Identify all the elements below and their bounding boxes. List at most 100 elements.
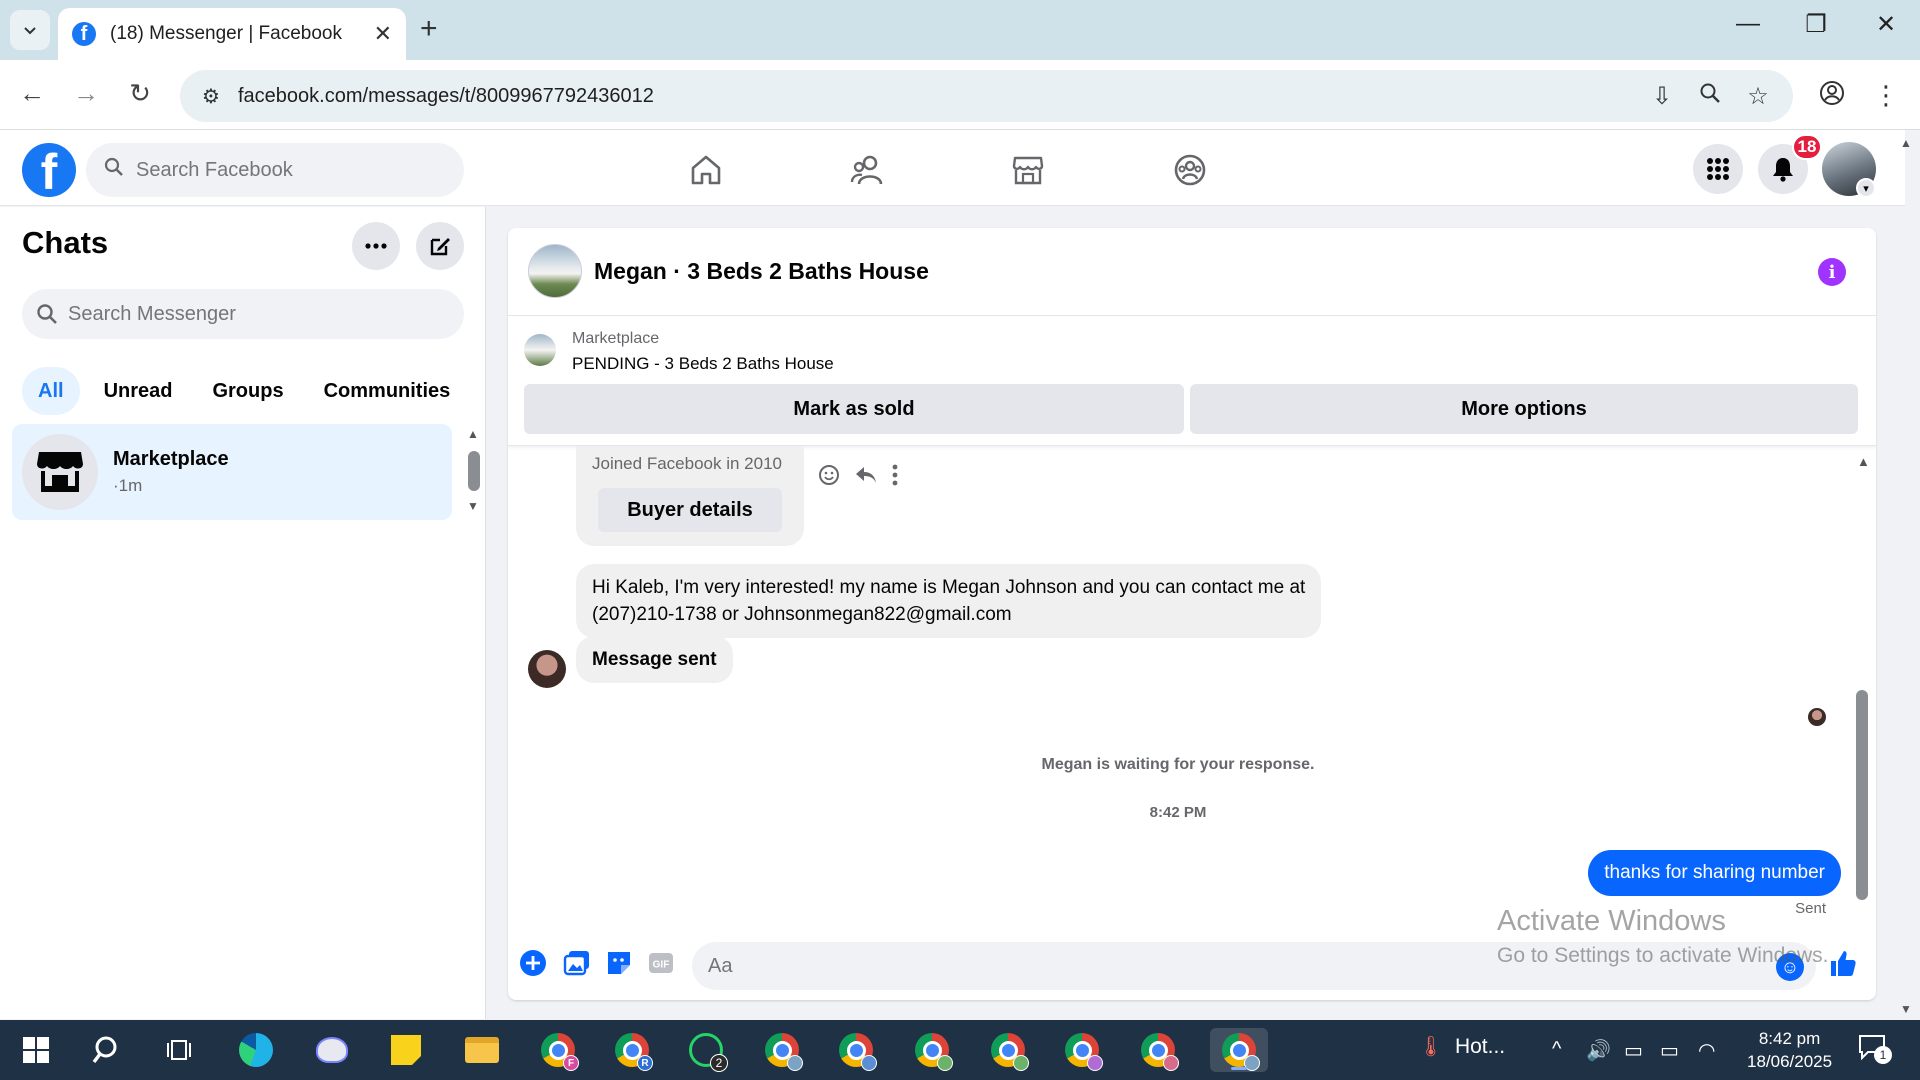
taskbar-file-explorer[interactable] xyxy=(460,1028,504,1072)
thread-scroll-up-arrow[interactable]: ▲ xyxy=(1857,454,1870,469)
sender-avatar[interactable] xyxy=(528,650,566,688)
filter-all[interactable]: All xyxy=(22,367,80,415)
marketplace-icon xyxy=(1012,156,1044,185)
thread-scrollbar-thumb[interactable] xyxy=(1856,690,1868,900)
profile-icon[interactable] xyxy=(1814,80,1850,113)
taskbar-edge[interactable] xyxy=(234,1028,278,1072)
back-button[interactable]: ← xyxy=(14,78,50,109)
home-nav-button[interactable] xyxy=(676,148,736,192)
attach-photo-button[interactable] xyxy=(562,948,592,978)
forward-button[interactable]: → xyxy=(68,78,104,109)
menu-apps-button[interactable] xyxy=(1693,144,1743,194)
wifi-icon[interactable]: ◠ xyxy=(1698,1038,1715,1063)
marketplace-listing-bar: Marketplace PENDING - 3 Beds 2 Baths Hou… xyxy=(508,316,1876,446)
system-clock[interactable]: 8:42 pm 18/06/2025 xyxy=(1747,1027,1832,1073)
sidebar-scrollbar-thumb[interactable] xyxy=(468,451,480,491)
sticker-button[interactable] xyxy=(604,948,634,978)
taskbar-whatsapp[interactable]: 2 xyxy=(684,1028,728,1072)
friends-nav-button[interactable] xyxy=(838,148,898,192)
incoming-message[interactable]: Hi Kaleb, I'm very interested! my name i… xyxy=(576,564,1322,638)
chevron-up-icon[interactable]: ^ xyxy=(1552,1038,1561,1061)
sidebar-scroll-up-arrow[interactable]: ▲ xyxy=(467,427,479,441)
emoji-icon[interactable]: ☺ xyxy=(1776,953,1804,981)
gif-button[interactable]: GIF xyxy=(646,948,676,978)
listing-avatar[interactable] xyxy=(528,244,582,298)
notification-center-icon[interactable]: 1 xyxy=(1858,1034,1892,1066)
browser-menu-icon[interactable]: ⋮ xyxy=(1868,80,1904,111)
site-info-icon[interactable]: ⚙ xyxy=(196,84,226,109)
mark-as-sold-button[interactable]: Mark as sold xyxy=(524,384,1184,434)
new-message-button[interactable] xyxy=(416,222,464,270)
paint-icon xyxy=(316,1037,348,1063)
reply-icon[interactable] xyxy=(854,465,878,491)
outgoing-message[interactable]: thanks for sharing number xyxy=(1588,850,1841,896)
new-tab-button[interactable]: + xyxy=(420,12,438,46)
listing-thumbnail[interactable] xyxy=(524,334,556,366)
message-actions xyxy=(818,464,898,492)
more-vertical-icon[interactable] xyxy=(892,464,898,492)
facebook-logo[interactable]: f xyxy=(22,143,76,197)
page-scroll-down-arrow[interactable]: ▼ xyxy=(1900,1002,1912,1016)
tab-search-button[interactable] xyxy=(10,10,50,50)
message-input-box[interactable] xyxy=(692,942,1816,990)
marketplace-nav-button[interactable] xyxy=(998,148,1058,192)
chats-sidebar: Chats All Unread Groups Communities Mark… xyxy=(0,207,486,1019)
messenger-search-input[interactable] xyxy=(68,302,448,326)
info-icon[interactable]: i xyxy=(1818,258,1846,286)
thumbs-up-icon[interactable] xyxy=(1828,948,1858,986)
volume-icon[interactable]: 🔊 xyxy=(1586,1038,1611,1063)
restore-window-button[interactable]: ❐ xyxy=(1796,10,1836,39)
taskbar-chrome-profile-7[interactable] xyxy=(1060,1028,1104,1072)
taskbar-chrome-profile-3[interactable] xyxy=(760,1028,804,1072)
messenger-search[interactable] xyxy=(22,289,464,339)
clock-date: 18/06/2025 xyxy=(1747,1052,1833,1071)
more-options-button[interactable]: More options xyxy=(1190,384,1858,434)
filter-unread[interactable]: Unread xyxy=(88,367,189,415)
bookmark-star-icon[interactable]: ☆ xyxy=(1742,82,1774,111)
minimize-window-button[interactable]: — xyxy=(1728,10,1768,38)
battery-icon[interactable]: ▭ xyxy=(1660,1038,1679,1063)
filter-groups[interactable]: Groups xyxy=(196,367,299,415)
task-view-button[interactable] xyxy=(158,1028,202,1072)
install-app-icon[interactable]: ⇩ xyxy=(1646,82,1678,111)
taskbar-chrome-profile-r[interactable]: R xyxy=(610,1028,654,1072)
taskbar-chrome-profile-8[interactable] xyxy=(1136,1028,1180,1072)
conversation-title[interactable]: Megan · 3 Beds 2 Baths House xyxy=(594,258,929,285)
chevron-down-icon[interactable]: ▾ xyxy=(1856,178,1876,198)
page-scroll-up-arrow[interactable]: ▲ xyxy=(1900,136,1912,150)
weather-widget[interactable]: 🌡 Hot... xyxy=(1418,1034,1505,1059)
buyer-details-button[interactable]: Buyer details xyxy=(598,488,782,532)
facebook-search[interactable] xyxy=(86,143,464,197)
facebook-search-input[interactable] xyxy=(136,158,436,182)
url-text[interactable]: facebook.com/messages/t/8009967792436012 xyxy=(238,85,1793,108)
filter-communities[interactable]: Communities xyxy=(308,367,467,415)
browser-tab-messenger[interactable]: f (18) Messenger | Facebook ✕ xyxy=(58,8,406,60)
chat-options-button[interactable] xyxy=(352,222,400,270)
react-emoji-icon[interactable] xyxy=(818,464,840,492)
taskbar-paint[interactable] xyxy=(310,1028,354,1072)
address-bar[interactable]: ⚙ facebook.com/messages/t/80099677924360… xyxy=(180,70,1793,122)
taskbar-chrome-profile-4[interactable] xyxy=(834,1028,878,1072)
zoom-icon[interactable] xyxy=(1694,82,1726,111)
taskbar-sticky-notes[interactable] xyxy=(384,1028,428,1072)
start-button[interactable] xyxy=(14,1028,58,1072)
close-window-button[interactable]: ✕ xyxy=(1866,10,1906,39)
close-tab-icon[interactable]: ✕ xyxy=(374,21,392,47)
meet-icon[interactable]: ▭ xyxy=(1624,1038,1643,1063)
whatsapp-icon: 2 xyxy=(689,1033,728,1072)
listing-status[interactable]: PENDING - 3 Beds 2 Baths House xyxy=(572,354,834,374)
message-timestamp: 8:42 PM xyxy=(1149,804,1207,821)
groups-nav-button[interactable] xyxy=(1160,148,1220,192)
taskbar-chrome-profile-f[interactable]: F xyxy=(536,1028,580,1072)
sidebar-scroll-down-arrow[interactable]: ▼ xyxy=(467,499,479,513)
chrome-icon xyxy=(991,1033,1029,1071)
taskbar-chrome-profile-5[interactable] xyxy=(910,1028,954,1072)
chat-item-marketplace[interactable]: Marketplace ·1m xyxy=(12,424,452,520)
more-actions-button[interactable] xyxy=(518,948,548,978)
message-input[interactable] xyxy=(708,954,1748,978)
taskbar-chrome-active[interactable] xyxy=(1210,1028,1268,1072)
reload-button[interactable]: ↻ xyxy=(122,78,158,109)
taskbar-chrome-profile-6[interactable] xyxy=(986,1028,1030,1072)
incoming-message[interactable]: Message sent xyxy=(576,636,733,683)
taskbar-search-button[interactable] xyxy=(86,1028,130,1072)
